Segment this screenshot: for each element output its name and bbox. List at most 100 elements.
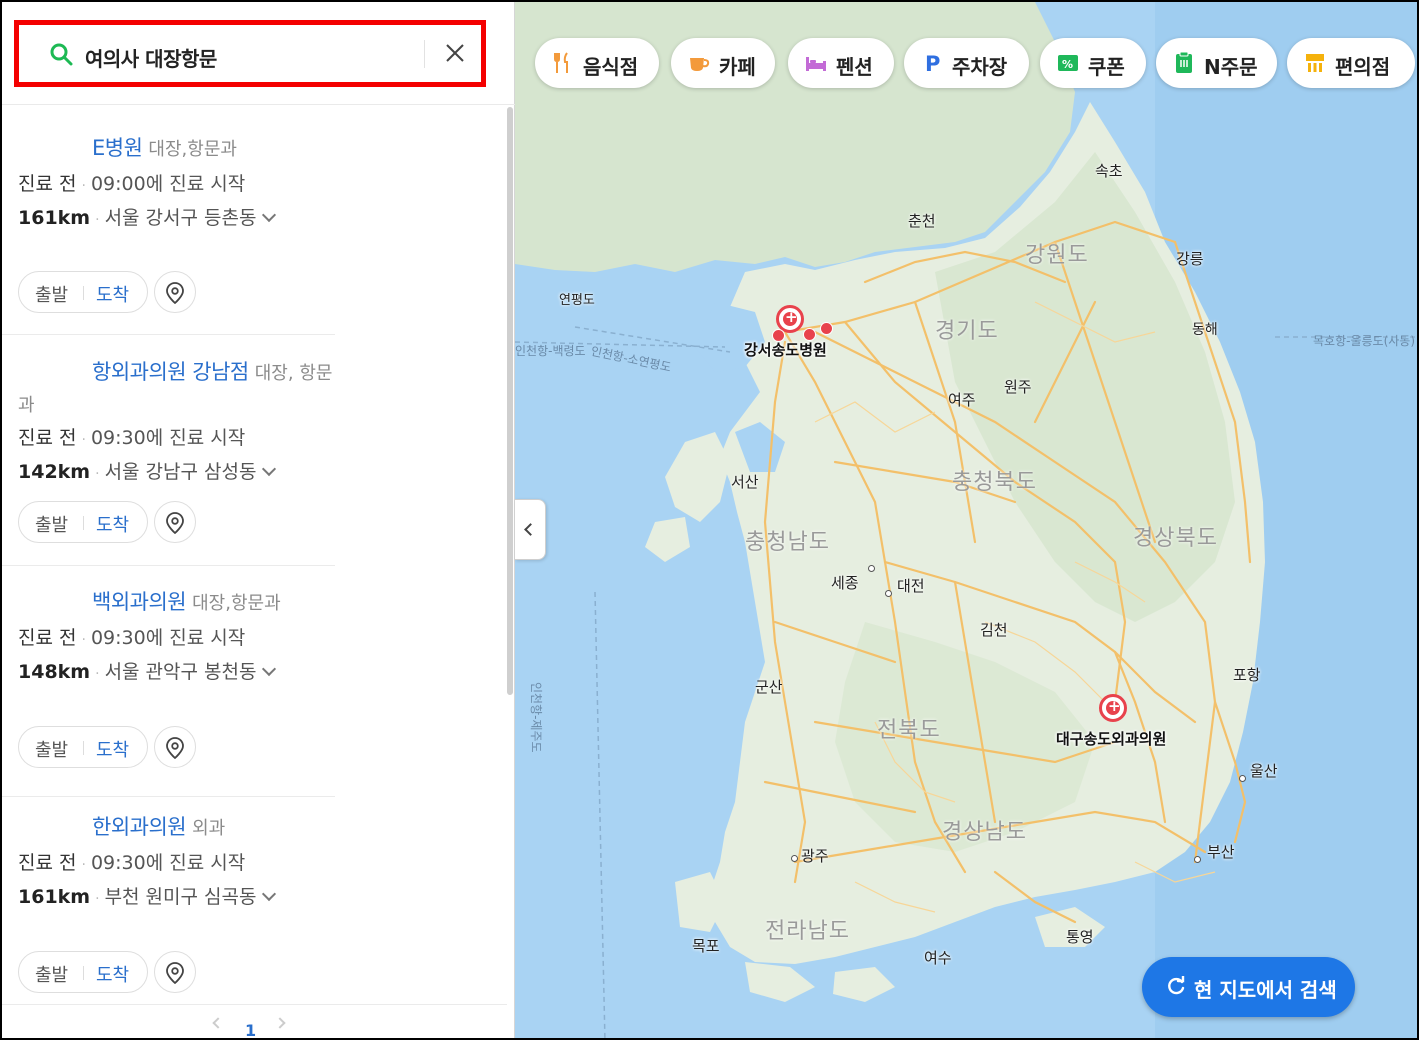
route-buttons: 출발 도착: [18, 726, 148, 768]
bed-icon: [806, 57, 826, 71]
list-item[interactable]: 한외과의원 외과 진료 전 · 09:30에 진료 시작 161km · 부천 원미구 심…: [2, 792, 335, 1005]
map-pin-button[interactable]: [154, 501, 196, 543]
collapse-panel-button[interactable]: [515, 499, 546, 560]
region-label: 경상남도: [942, 820, 1027, 845]
search-this-area-label: 현 지도에서 검색: [1194, 978, 1337, 1002]
refresh-icon: [1168, 976, 1185, 995]
chip-parking[interactable]: P 주차장: [904, 38, 1029, 88]
marker-label: 대구송도외과의원: [1056, 730, 1167, 748]
open-status: 진료 전: [18, 173, 77, 195]
address-toggle[interactable]: 142km · 서울 강남구 삼성동: [18, 457, 277, 484]
chevron-down-icon[interactable]: [262, 207, 277, 223]
map-pin-button[interactable]: [154, 951, 196, 993]
store-icon: [1306, 54, 1324, 72]
open-status: 진료 전: [18, 427, 77, 449]
place-name[interactable]: 한외과의원: [92, 815, 187, 839]
svg-text:P: P: [925, 52, 940, 75]
address-toggle[interactable]: 148km · 서울 관악구 봉천동: [18, 657, 277, 684]
chip-label: 편의점: [1335, 55, 1391, 79]
page-number[interactable]: 1: [245, 1021, 256, 1038]
place-category: 대장,항문과: [148, 139, 237, 160]
depart-button[interactable]: 출발: [35, 511, 68, 537]
city-label: 서산: [731, 473, 759, 491]
city-dot: [868, 565, 875, 572]
list-item[interactable]: 항외과의원 강남점 대장, 항문과 진료 전 · 09:30에 진료 시작 142km…: [2, 336, 335, 566]
chevron-left-icon[interactable]: [212, 1017, 224, 1029]
parking-icon: P: [925, 52, 940, 75]
place-name[interactable]: 항외과의원 강남점: [92, 360, 249, 384]
place-category: 외과: [192, 818, 226, 839]
city-dot: [1239, 775, 1246, 782]
close-icon[interactable]: [444, 42, 466, 64]
city-label: 속초: [1095, 162, 1123, 180]
list-item[interactable]: 백외과의원 대장,항문과 진료 전 · 09:30에 진료 시작 148km · 서울 관…: [2, 567, 335, 797]
city-label: 울산: [1250, 762, 1278, 780]
distance: 161km: [18, 207, 91, 229]
result-dot[interactable]: [820, 322, 833, 335]
chip-label: N주문: [1204, 55, 1258, 79]
chip-coupon[interactable]: % 쿠폰: [1040, 38, 1146, 88]
scrollbar[interactable]: [507, 107, 513, 695]
order-icon: [1176, 51, 1192, 73]
city-label: 군산: [755, 678, 783, 696]
pagination: 1: [2, 1004, 507, 1038]
open-hours: 09:00에 진료 시작: [90, 173, 246, 195]
chip-n-order[interactable]: N주문: [1156, 38, 1277, 88]
city-dot: [885, 590, 892, 597]
place-name[interactable]: 백외과의원: [92, 590, 187, 614]
search-icon: [50, 43, 73, 66]
chevron-down-icon[interactable]: [262, 461, 277, 477]
arrive-button[interactable]: 도착: [96, 511, 129, 537]
ferry-route-label: 목호항-울릉도(사동): [1313, 334, 1416, 348]
coupon-icon: %: [1058, 55, 1078, 71]
chip-label: 주차장: [952, 55, 1008, 79]
region-label: 충청북도: [952, 470, 1037, 495]
app-frame: 여의사 대장항문 E병원 대장,항문과 진료 전 · 09:00에 진료 시작 161…: [0, 0, 1419, 1040]
route-buttons: 출발 도착: [18, 501, 148, 543]
map-pin-icon: [166, 282, 184, 304]
list-item[interactable]: E병원 대장,항문과 진료 전 · 09:00에 진료 시작 161km · 서울 강서구…: [2, 105, 335, 335]
depart-button[interactable]: 출발: [35, 736, 68, 762]
city-label: 여주: [948, 391, 976, 409]
place-category: 대장,항문과: [192, 593, 281, 614]
arrive-button[interactable]: 도착: [96, 961, 129, 987]
city-label: 여수: [924, 949, 952, 967]
chevron-down-icon[interactable]: [262, 661, 277, 677]
address: 서울 관악구 봉천동: [104, 661, 257, 683]
region-label: 충청남도: [745, 530, 830, 555]
map-pin-button[interactable]: [154, 726, 196, 768]
chip-pension[interactable]: 펜션: [788, 38, 894, 88]
chip-convenience-store[interactable]: 편의점: [1287, 38, 1415, 88]
chevron-down-icon[interactable]: [262, 886, 277, 902]
address-toggle[interactable]: 161km · 서울 강서구 등촌동: [18, 203, 277, 230]
address: 서울 강서구 등촌동: [104, 207, 257, 229]
depart-button[interactable]: 출발: [35, 961, 68, 987]
chip-restaurant[interactable]: 음식점: [535, 38, 659, 88]
city-label: 김천: [980, 621, 1008, 639]
open-status: 진료 전: [18, 627, 77, 649]
map-pin-icon: [166, 737, 184, 759]
address-toggle[interactable]: 161km · 부천 원미구 심곡동: [18, 882, 277, 909]
search-box[interactable]: 여의사 대장항문: [14, 20, 486, 87]
result-list: E병원 대장,항문과 진료 전 · 09:00에 진료 시작 161km · 서울 강서구…: [2, 105, 507, 1005]
svg-text:%: %: [1062, 58, 1073, 71]
search-this-area-button[interactable]: 현 지도에서 검색: [1142, 957, 1355, 1017]
map-pin-button[interactable]: [154, 271, 196, 313]
search-input[interactable]: 여의사 대장항문: [85, 43, 217, 72]
arrive-button[interactable]: 도착: [96, 281, 129, 307]
map-base: [515, 2, 1417, 1038]
chevron-right-icon[interactable]: [274, 1017, 286, 1029]
marker-label: 강서송도병원: [744, 341, 827, 359]
hospital-marker[interactable]: [1099, 694, 1127, 722]
city-label: 동해: [1192, 322, 1218, 338]
region-label: 전북도: [877, 718, 941, 743]
map-pin-icon: [166, 962, 184, 984]
chip-label: 카페: [719, 55, 756, 79]
map-canvas[interactable]: 강원도 경기도 충청북도 충청남도 경상북도 전북도 경상남도 전라남도 속초 …: [515, 2, 1417, 1038]
arrive-button[interactable]: 도착: [96, 736, 129, 762]
depart-button[interactable]: 출발: [35, 281, 68, 307]
place-name[interactable]: E병원: [92, 136, 143, 160]
chip-cafe[interactable]: 카페: [671, 38, 775, 88]
city-label: 강릉: [1176, 250, 1204, 268]
city-dot: [1194, 856, 1201, 863]
